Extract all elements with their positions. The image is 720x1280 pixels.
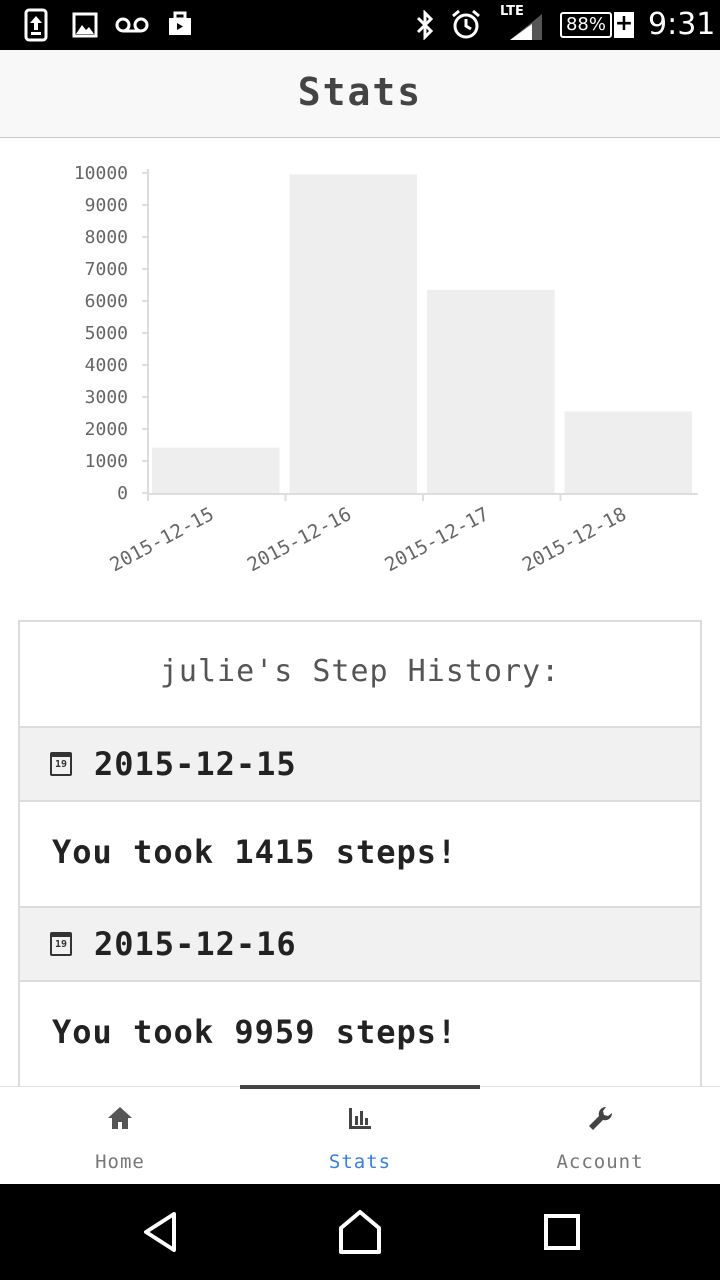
alarm-icon: [452, 9, 480, 39]
home-icon: [0, 1105, 240, 1135]
y-tick-label: 8000: [85, 227, 128, 248]
y-tick-label: 3000: [85, 387, 128, 408]
y-tick-label: 0: [117, 483, 128, 504]
y-tick-label: 4000: [85, 355, 128, 376]
charging-icon: +: [614, 11, 634, 38]
briefcase-icon: [169, 11, 191, 35]
tab-account-label: Account: [556, 1151, 644, 1173]
page-title: Stats: [297, 70, 423, 114]
status-bar: LTE 88% + 9:31: [0, 0, 720, 50]
x-tick-label: 2015-12-17: [381, 503, 492, 576]
tab-account[interactable]: Account: [480, 1087, 720, 1185]
chart-svg: 0 1000 2000 3000 4000 5000 6000 7000 8000 9000 100…: [74, 163, 698, 576]
clock: 9:31: [648, 7, 716, 42]
chart-bar: [427, 289, 555, 493]
battery-percent: 88%: [565, 14, 606, 35]
calendar-icon: [50, 752, 72, 776]
y-tick-label: 9000: [85, 195, 128, 216]
signal-icon: [510, 14, 542, 40]
wrench-icon: [480, 1105, 720, 1135]
bluetooth-icon: [416, 10, 434, 40]
x-tick-label: 2015-12-16: [244, 503, 355, 576]
tab-stats-label: Stats: [328, 1151, 392, 1173]
history-date: 2015-12-15: [94, 745, 297, 783]
recents-icon[interactable]: [538, 1208, 586, 1256]
steps-bar-chart: 0 1000 2000 3000 4000 5000 6000 7000 8000 9000 100…: [0, 140, 720, 610]
y-tick-label: 1000: [85, 451, 128, 472]
home-nav-icon[interactable]: [336, 1208, 384, 1256]
history-steps-row: You took 1415 steps!: [20, 802, 700, 908]
chart-bar: [289, 174, 417, 493]
chart-bar: [152, 447, 280, 493]
y-tick-label: 6000: [85, 291, 128, 312]
step-history-title: julie's Step History:: [20, 622, 700, 728]
battery-icon: 88%: [560, 12, 612, 38]
history-date: 2015-12-16: [94, 925, 297, 963]
history-steps-text: You took 1415 steps!: [52, 833, 458, 871]
history-date-row: 2015-12-15: [20, 728, 700, 802]
calendar-icon: [50, 932, 72, 956]
image-icon: [72, 12, 98, 38]
bar-chart-icon: [240, 1105, 480, 1135]
step-history-card: julie's Step History: 2015-12-15 You too…: [18, 620, 702, 1086]
chart-bar: [564, 411, 692, 493]
history-date-row: 2015-12-16: [20, 908, 700, 982]
back-icon[interactable]: [136, 1208, 184, 1256]
bottom-tab-bar: Home Stats Account: [0, 1085, 720, 1185]
y-tick-label: 2000: [85, 419, 128, 440]
app-header: Stats: [0, 50, 720, 138]
tab-stats[interactable]: Stats: [240, 1087, 480, 1185]
y-tick-label: 5000: [85, 323, 128, 344]
upload-icon: [24, 8, 48, 42]
y-tick-label: 7000: [85, 259, 128, 280]
tab-home-label: Home: [95, 1151, 145, 1173]
tab-home[interactable]: Home: [0, 1087, 240, 1185]
x-tick-label: 2015-12-18: [519, 503, 630, 576]
history-steps-text: You took 9959 steps!: [52, 1013, 458, 1051]
history-steps-row: You took 9959 steps!: [20, 982, 700, 1086]
system-nav-bar: [0, 1184, 720, 1280]
x-tick-label: 2015-12-15: [106, 503, 217, 576]
voicemail-icon: [115, 17, 149, 33]
y-tick-label: 10000: [74, 163, 128, 184]
